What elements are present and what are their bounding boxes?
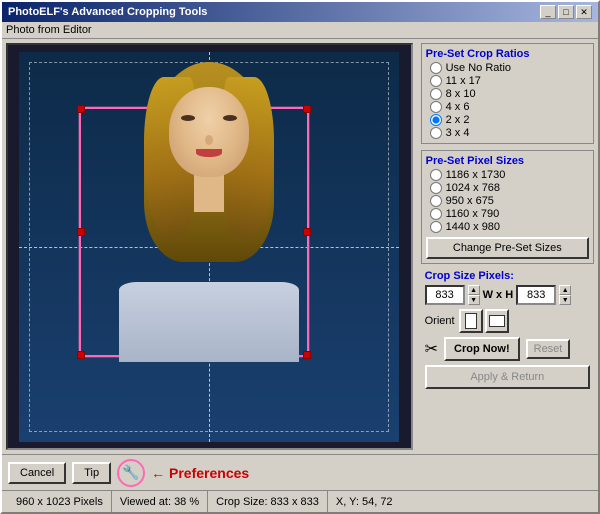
crop-width-input[interactable] <box>425 285 465 305</box>
ratio-2x2[interactable]: 2 x 2 <box>430 114 589 126</box>
right-panel-inner: Pre-Set Crop Ratios Use No Ratio 11 x 17 <box>421 43 594 450</box>
crop-ratios-title: Pre-Set Crop Ratios <box>426 48 589 60</box>
crop-now-button[interactable]: Crop Now! <box>444 337 520 361</box>
pixel-1160x790[interactable]: 1160 x 790 <box>430 208 589 220</box>
handle-middle-right[interactable] <box>303 228 311 236</box>
crop-ratios-section: Pre-Set Crop Ratios Use No Ratio 11 x 17 <box>421 43 594 144</box>
title-bar: PhotoELF's Advanced Cropping Tools _ □ ✕ <box>2 2 598 22</box>
title-bar-buttons: _ □ ✕ <box>540 5 592 19</box>
pixel-sizes-title: Pre-Set Pixel Sizes <box>426 155 589 167</box>
handle-middle-left[interactable] <box>77 228 85 236</box>
content-area: Pre-Set Crop Ratios Use No Ratio 11 x 17 <box>2 39 598 454</box>
height-down-arrow[interactable]: ▼ <box>559 295 571 305</box>
image-panel <box>6 43 413 450</box>
preferences-button[interactable]: 🔧 <box>117 459 145 487</box>
controls-box: Crop Size Pixels: ▲ ▼ W x H ▲ ▼ <box>421 266 594 393</box>
status-viewed-at: Viewed at: 38 % <box>112 491 208 512</box>
crop-size-row: ▲ ▼ W x H ▲ ▼ <box>425 285 590 305</box>
ratio-8x10-input[interactable] <box>430 88 442 100</box>
main-window: PhotoELF's Advanced Cropping Tools _ □ ✕… <box>0 0 600 514</box>
ratio-8x10[interactable]: 8 x 10 <box>430 88 589 100</box>
orient-buttons <box>459 309 509 333</box>
ratio-4x6-input[interactable] <box>430 101 442 113</box>
pixel-1160x790-input[interactable] <box>430 208 442 220</box>
ratio-3x4-label: 3 x 4 <box>446 127 470 139</box>
pixel-sizes-group: 1186 x 1730 1024 x 768 950 x 675 11 <box>430 169 589 233</box>
window-title: PhotoELF's Advanced Cropping Tools <box>8 6 207 18</box>
ratio-3x4[interactable]: 3 x 4 <box>430 127 589 139</box>
photo-container <box>8 45 411 448</box>
width-spin-arrows: ▲ ▼ <box>468 285 480 305</box>
orient-row: Orient <box>425 309 590 333</box>
pixel-1186x1730-input[interactable] <box>430 169 442 181</box>
orient-portrait-button[interactable] <box>459 309 483 333</box>
orient-landscape-button[interactable] <box>485 309 509 333</box>
portrait-icon <box>465 313 477 329</box>
preferences-label: ← Preferences <box>151 465 249 481</box>
width-up-arrow[interactable]: ▲ <box>468 285 480 295</box>
maximize-button[interactable]: □ <box>558 5 574 19</box>
handle-bottom-left[interactable] <box>77 351 85 359</box>
pixel-950x675[interactable]: 950 x 675 <box>430 195 589 207</box>
right-panel: Pre-Set Crop Ratios Use No Ratio 11 x 17 <box>417 39 598 454</box>
tip-button[interactable]: Tip <box>72 462 111 484</box>
change-preset-sizes-button[interactable]: Change Pre-Set Sizes <box>426 237 589 259</box>
pixel-1440x980[interactable]: 1440 x 980 <box>430 221 589 233</box>
ratio-3x4-input[interactable] <box>430 127 442 139</box>
crop-height-input[interactable] <box>516 285 556 305</box>
ratio-none-input[interactable] <box>430 62 442 74</box>
ratio-11x17-label: 11 x 17 <box>446 75 481 87</box>
ratio-8x10-label: 8 x 10 <box>446 88 476 100</box>
ratio-11x17[interactable]: 11 x 17 <box>430 75 589 87</box>
ratio-11x17-input[interactable] <box>430 75 442 87</box>
crop-size-label: Crop Size Pixels: <box>425 270 590 282</box>
bottom-bar: Cancel Tip 🔧 ← Preferences <box>2 454 598 490</box>
crop-ratios-group: Use No Ratio 11 x 17 8 x 10 4 x 6 <box>430 62 589 139</box>
height-spin-arrows: ▲ ▼ <box>559 285 571 305</box>
pixel-1024x768[interactable]: 1024 x 768 <box>430 182 589 194</box>
height-up-arrow[interactable]: ▲ <box>559 285 571 295</box>
landscape-icon <box>489 315 505 327</box>
ratio-none-label: Use No Ratio <box>446 62 511 74</box>
ratio-2x2-label: 2 x 2 <box>446 114 470 126</box>
handle-top-right[interactable] <box>303 105 311 113</box>
apply-return-button[interactable]: Apply & Return <box>425 365 590 389</box>
status-crop-size: Crop Size: 833 x 833 <box>208 491 328 512</box>
pixel-1024x768-input[interactable] <box>430 182 442 194</box>
pixel-1024x768-label: 1024 x 768 <box>446 182 500 194</box>
pixel-950x675-input[interactable] <box>430 195 442 207</box>
reset-button[interactable]: Reset <box>526 339 571 359</box>
pixel-1160x790-label: 1160 x 790 <box>446 208 500 220</box>
menu-bar: Photo from Editor <box>2 22 598 39</box>
scissors-icon: ✂ <box>425 339 438 359</box>
pixel-1186x1730[interactable]: 1186 x 1730 <box>430 169 589 181</box>
status-bar: 960 x 1023 Pixels Viewed at: 38 % Crop S… <box>2 490 598 512</box>
handle-top-left[interactable] <box>77 105 85 113</box>
close-button[interactable]: ✕ <box>576 5 592 19</box>
ratio-2x2-input[interactable] <box>430 114 442 126</box>
status-coordinates: X, Y: 54, 72 <box>328 491 401 512</box>
wh-separator: W x H <box>483 289 514 301</box>
pixel-sizes-section: Pre-Set Pixel Sizes 1186 x 1730 1024 x 7… <box>421 150 594 264</box>
cancel-button[interactable]: Cancel <box>8 462 66 484</box>
ratio-4x6-label: 4 x 6 <box>446 101 470 113</box>
ratio-4x6[interactable]: 4 x 6 <box>430 101 589 113</box>
crop-now-section: ✂ Crop Now! Reset <box>425 337 590 361</box>
pixel-1440x980-label: 1440 x 980 <box>446 221 500 233</box>
orient-label: Orient <box>425 315 455 327</box>
minimize-button[interactable]: _ <box>540 5 556 19</box>
ratio-none[interactable]: Use No Ratio <box>430 62 589 74</box>
pixel-1440x980-input[interactable] <box>430 221 442 233</box>
photo-source-label: Photo from Editor <box>6 24 92 36</box>
pixel-1186x1730-label: 1186 x 1730 <box>446 169 506 181</box>
status-image-size: 960 x 1023 Pixels <box>8 491 112 512</box>
pixel-950x675-label: 950 x 675 <box>446 195 494 207</box>
width-down-arrow[interactable]: ▼ <box>468 295 480 305</box>
